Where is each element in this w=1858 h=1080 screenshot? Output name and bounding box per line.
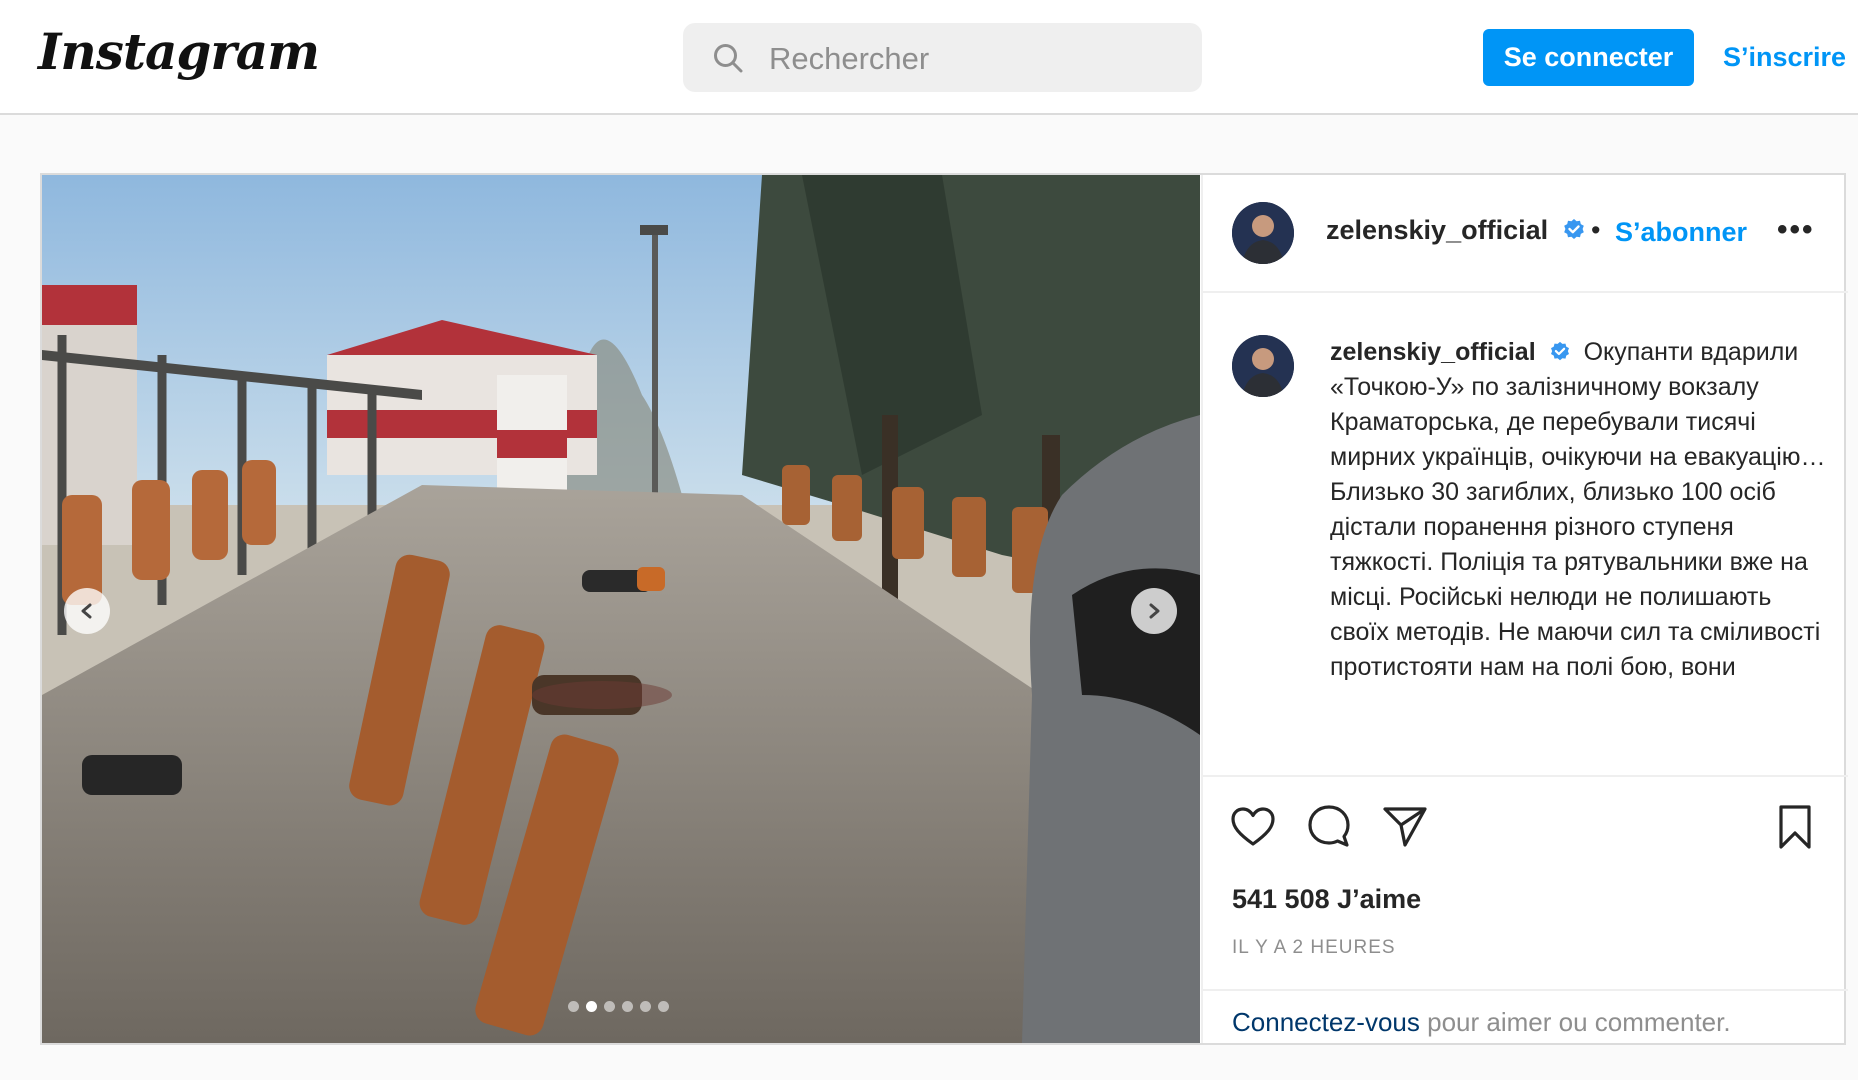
carousel-indicator — [568, 1001, 669, 1012]
avatar-image — [1232, 335, 1294, 397]
instagram-logo[interactable]: Instagram — [38, 22, 320, 81]
post-photo-image — [42, 175, 1200, 1043]
post-photo[interactable] — [42, 175, 1200, 1043]
login-prompt-text: Connectez-vous pour aimer ou commenter. — [1232, 1007, 1731, 1038]
post-header: zelenskiy_official • S’abonner ••• — [1203, 175, 1848, 293]
paper-plane-icon[interactable] — [1381, 803, 1429, 851]
chevron-left-icon — [81, 603, 92, 619]
post-card: zelenskiy_official • S’abonner ••• zelen… — [40, 173, 1848, 1045]
login-button[interactable]: Se connecter — [1483, 29, 1694, 86]
like-count[interactable]: 541 508 J’aime — [1232, 884, 1421, 915]
carousel-dot — [568, 1001, 579, 1012]
verified-badge-icon — [1563, 219, 1584, 239]
caption-username[interactable]: zelenskiy_official — [1330, 338, 1536, 366]
avatar-image — [1232, 202, 1294, 264]
chevron-right-icon — [1149, 603, 1160, 619]
heart-icon[interactable] — [1229, 803, 1277, 851]
post-timestamp: IL Y A 2 HEURES — [1232, 937, 1396, 958]
carousel-dot-active — [586, 1001, 597, 1012]
login-prompt: Connectez-vous pour aimer ou commenter. — [1203, 989, 1848, 1045]
author-avatar[interactable] — [1232, 202, 1294, 264]
caption-text: Окупанти вдарили «Точкою-У» по залізничн… — [1330, 338, 1826, 681]
search-icon — [714, 44, 743, 73]
carousel-dot — [622, 1001, 633, 1012]
author-username[interactable]: zelenskiy_official — [1326, 215, 1586, 246]
comment-icon[interactable] — [1305, 803, 1353, 851]
carousel-dot — [658, 1001, 669, 1012]
previous-photo-button[interactable] — [64, 588, 110, 634]
post-details-panel: zelenskiy_official • S’abonner ••• zelen… — [1201, 175, 1848, 1043]
search-placeholder: Rechercher — [769, 41, 930, 76]
login-link[interactable]: Connectez-vous — [1232, 1007, 1420, 1037]
caption-section: zelenskiy_official Окупанти вдарили «Точ… — [1203, 295, 1848, 775]
post-actions: 541 508 J’aime IL Y A 2 HEURES Connectez… — [1203, 775, 1848, 1043]
follow-button[interactable]: S’abonner — [1615, 217, 1747, 248]
signup-link[interactable]: S’inscrire — [1723, 42, 1846, 73]
bookmark-icon[interactable] — [1771, 803, 1819, 851]
more-options-icon[interactable]: ••• — [1777, 213, 1815, 247]
carousel-dot — [640, 1001, 651, 1012]
post-caption: zelenskiy_official Окупанти вдарили «Точ… — [1330, 335, 1830, 685]
header-separator: • — [1591, 215, 1601, 245]
search-box[interactable]: Rechercher — [683, 23, 1202, 92]
login-prompt-suffix: pour aimer ou commenter. — [1419, 1007, 1731, 1037]
verified-badge-icon — [1550, 341, 1569, 361]
carousel-dot — [604, 1001, 615, 1012]
author-username-text: zelenskiy_official — [1326, 215, 1549, 245]
next-photo-button[interactable] — [1131, 588, 1177, 634]
top-navigation-bar: Instagram Rechercher Se connecter S’insc… — [0, 0, 1858, 115]
caption-author-avatar[interactable] — [1232, 335, 1294, 397]
